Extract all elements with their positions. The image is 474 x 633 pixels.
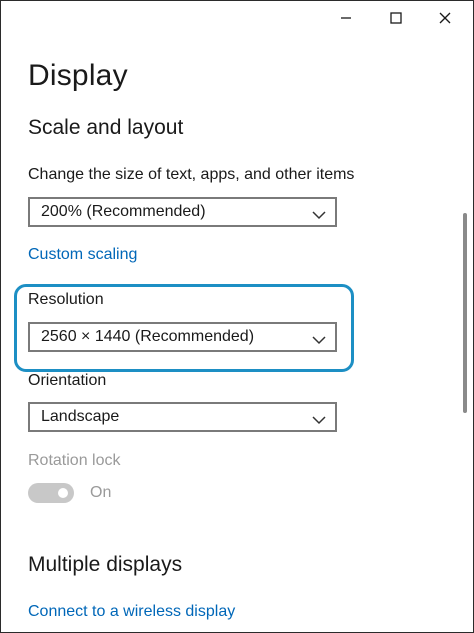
multiple-displays-heading: Multiple displays: [28, 553, 183, 576]
orientation-dropdown-value: Landscape: [41, 408, 120, 425]
scrollbar[interactable]: [463, 213, 467, 413]
rotation-lock-label: Rotation lock: [28, 452, 121, 469]
rotation-lock-state: On: [90, 484, 112, 501]
scale-label: Change the size of text, apps, and other…: [28, 166, 355, 183]
chevron-down-icon: [312, 412, 326, 425]
rotation-lock-toggle-row: On: [28, 483, 111, 503]
chevron-down-icon: [312, 207, 326, 220]
rotation-lock-toggle[interactable]: [28, 483, 74, 503]
toggle-knob: [58, 488, 68, 498]
settings-window: Display Scale and layout Change the size…: [0, 0, 474, 633]
scale-dropdown-value: 200% (Recommended): [41, 203, 206, 220]
custom-scaling-link[interactable]: Custom scaling: [28, 246, 137, 264]
scale-layout-heading: Scale and layout: [28, 116, 184, 139]
page-title: Display: [28, 59, 128, 92]
orientation-label: Orientation: [28, 372, 107, 389]
scale-dropdown[interactable]: 200% (Recommended): [28, 197, 337, 227]
orientation-dropdown[interactable]: Landscape: [28, 402, 337, 432]
connect-wireless-display-link[interactable]: Connect to a wireless display: [28, 603, 235, 621]
resolution-highlight: [14, 284, 354, 372]
